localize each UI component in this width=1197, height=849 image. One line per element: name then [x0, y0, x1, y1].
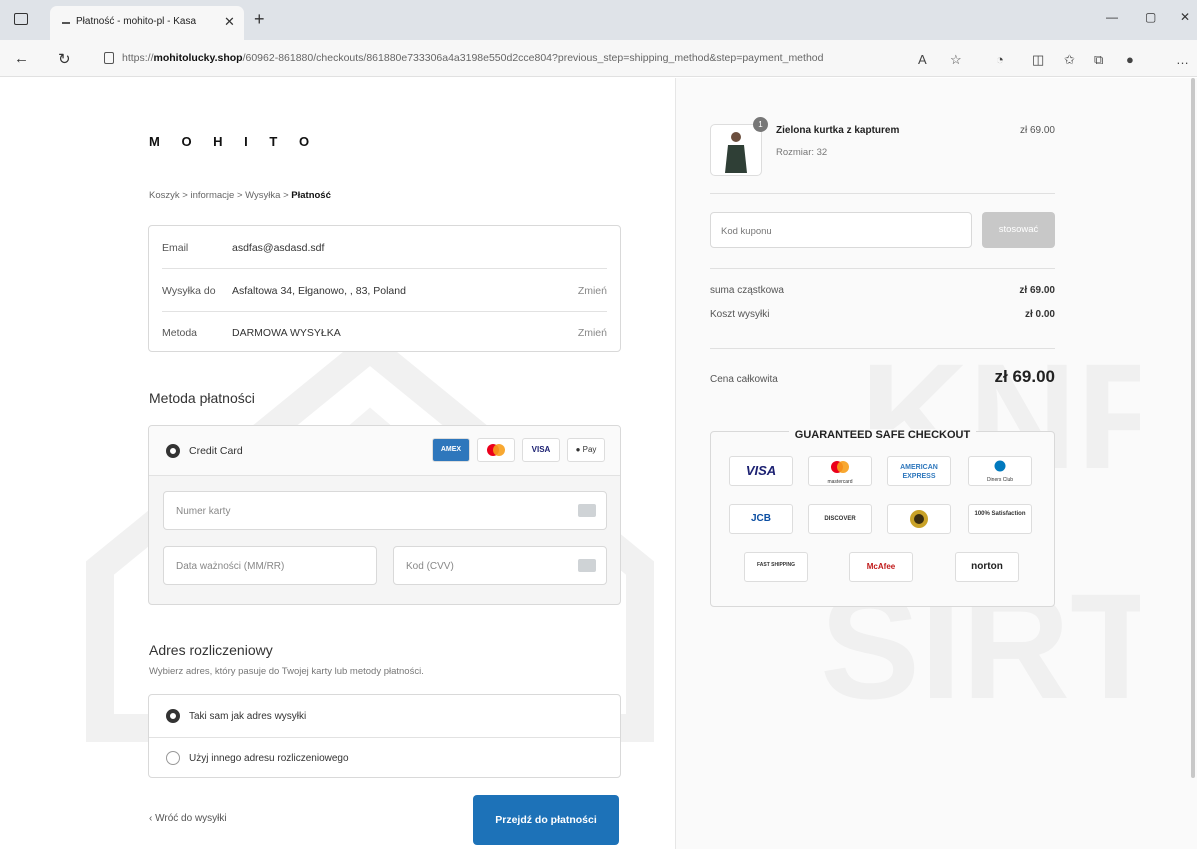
fast-shipping-badge-icon: FAST SHIPPING [744, 552, 808, 582]
product-thumbnail [710, 124, 762, 176]
store-logo[interactable]: M O H I T O [149, 134, 318, 149]
method-label: Metoda [162, 327, 198, 339]
diners-club-badge-icon: Diners Club [968, 456, 1032, 486]
back-arrow-icon[interactable]: ← [14, 50, 29, 67]
email-value: asdfas@asdasd.sdf [232, 242, 325, 254]
guarantee-seal-badge-icon [887, 504, 951, 534]
coupon-input[interactable]: Kod kuponu [710, 212, 972, 248]
total-label: Cena całkowita [710, 374, 778, 385]
return-to-shipping-link[interactable]: ‹ Wróć do wysyłki [149, 813, 227, 824]
split-screen-icon[interactable]: ◫ [1032, 52, 1044, 68]
subtotal-label: suma cząstkowa [710, 285, 784, 296]
apple-pay-logo-icon: ● Pay [567, 438, 605, 462]
breadcrumb-information[interactable]: informacje [190, 190, 234, 201]
quantity-badge: 1 [753, 117, 768, 132]
different-address-label: Użyj innego adresu rozliczeniowego [189, 753, 349, 764]
profile-icon[interactable]: ● [1126, 52, 1134, 67]
url-field[interactable]: https://mohitolucky.shop/60962-861880/ch… [96, 45, 946, 72]
amex-logo-icon: AMEX [432, 438, 470, 462]
tab-favicon-icon [62, 22, 70, 24]
expiry-input[interactable]: Data ważności (MM/RR) [163, 546, 377, 585]
card-number-input[interactable]: Numer karty [163, 491, 607, 530]
url-text: https://mohitolucky.shop/60962-861880/ch… [122, 52, 824, 64]
cvv-card-icon [578, 559, 596, 572]
apply-coupon-button[interactable]: stosować [982, 212, 1055, 248]
mastercard-logo-icon [477, 438, 515, 462]
satisfaction-badge-icon: 100% Satisfaction [968, 504, 1032, 534]
more-menu-icon[interactable]: … [1176, 52, 1189, 67]
card-icon [578, 504, 596, 517]
breadcrumb: Koszyk > informacje > Wysyłka > Płatność [149, 190, 331, 201]
divider [710, 348, 1055, 349]
mcafee-badge-icon: McAfee [849, 552, 913, 582]
checkout-page: KNF SIRT M O H I T O Koszyk > informacje… [0, 78, 1197, 849]
new-tab-icon[interactable]: + [254, 9, 265, 30]
total-value: zł 69.00 [994, 367, 1056, 386]
billing-address-heading: Adres rozliczeniowy [149, 642, 273, 658]
breadcrumb-cart[interactable]: Koszyk [149, 190, 180, 201]
amex-badge-icon: AMERICAN EXPRESS [887, 456, 951, 486]
breadcrumb-shipping[interactable]: Wysyłka [245, 190, 280, 201]
browser-tab-bar: Płatność - mohito-pl - Kasa ✕ + — ▢ ✕ [0, 0, 1197, 40]
visa-badge-icon: VISA [729, 456, 793, 486]
breadcrumb-payment: Płatność [291, 190, 331, 201]
tab-close-icon[interactable]: ✕ [224, 14, 235, 30]
favorite-star-icon[interactable]: ☆ [950, 52, 962, 68]
email-label: Email [162, 242, 189, 254]
ship-to-value: Asfaltowa 34, Ełganowo, , 83, Poland [232, 285, 406, 297]
discover-badge-icon: DISCOVER [808, 504, 872, 534]
extension-icon[interactable]: ◔ [996, 52, 1004, 67]
close-window-icon[interactable]: ✕ [1180, 10, 1190, 24]
contact-shipping-review: Email asdfas@asdasd.sdf Wysyłka do Asfal… [148, 225, 621, 352]
product-name: Zielona kurtka z kapturem [776, 125, 900, 136]
subtotal-value: zł 69.00 [1019, 285, 1055, 296]
visa-logo-icon: VISA [522, 438, 560, 462]
same-address-option[interactable]: Taki sam jak adres wysyłki [149, 695, 620, 737]
product-size: Rozmiar: 32 [776, 147, 828, 158]
maximize-icon[interactable]: ▢ [1145, 10, 1156, 24]
same-address-radio[interactable] [166, 709, 180, 723]
scrollbar[interactable] [1191, 78, 1195, 778]
minimize-icon[interactable]: — [1106, 10, 1118, 24]
browser-address-bar: ← ↻ https://mohitolucky.shop/60962-86188… [0, 40, 1197, 77]
shipping-cost-label: Koszt wysyłki [710, 309, 770, 320]
billing-address-subtitle: Wybierz adres, który pasuje do Twojej ka… [149, 666, 424, 677]
credit-card-label: Credit Card [189, 445, 243, 457]
refresh-icon[interactable]: ↻ [58, 50, 71, 68]
tab-title: Płatność - mohito-pl - Kasa [76, 16, 197, 27]
lock-icon [104, 52, 114, 64]
payment-method-heading: Metoda płatności [149, 390, 255, 406]
continue-to-payment-button[interactable]: Przejdź do płatności [473, 795, 619, 845]
favorites-icon[interactable]: ✩ [1064, 52, 1075, 68]
safe-checkout-box: GUARANTEED SAFE CHECKOUT VISA mastercard… [710, 429, 1055, 607]
credit-card-option[interactable]: Credit Card AMEX VISA ● Pay [149, 426, 620, 476]
collections-icon[interactable]: ⧉ [1094, 52, 1103, 68]
email-row: Email asdfas@asdasd.sdf [162, 226, 607, 268]
ship-to-row: Wysyłka do Asfaltowa 34, Ełganowo, , 83,… [162, 269, 607, 311]
method-row: Metoda DARMOWA WYSYŁKA Zmień [162, 311, 607, 353]
method-value: DARMOWA WYSYŁKA [232, 327, 341, 339]
browser-tab[interactable]: Płatność - mohito-pl - Kasa ✕ [50, 6, 244, 40]
payment-method-box: Credit Card AMEX VISA ● Pay Numer karty … [148, 425, 621, 605]
shipping-cost-value: zł 0.00 [1024, 309, 1055, 320]
different-address-option[interactable]: Użyj innego adresu rozliczeniowego [149, 737, 620, 779]
cvv-input[interactable]: Kod (CVV) [393, 546, 607, 585]
divider [710, 193, 1055, 194]
change-address-link[interactable]: Zmień [578, 285, 607, 297]
norton-badge-icon: norton [955, 552, 1019, 582]
ship-to-label: Wysyłka do [162, 285, 216, 297]
product-price: zł 69.00 [1019, 125, 1055, 136]
same-address-label: Taki sam jak adres wysyłki [189, 711, 307, 722]
credit-card-radio[interactable] [166, 444, 180, 458]
read-aloud-icon[interactable]: A [918, 52, 927, 67]
different-address-radio[interactable] [166, 751, 180, 765]
change-method-link[interactable]: Zmień [578, 327, 607, 339]
jcb-badge-icon: JCB [729, 504, 793, 534]
mastercard-badge-icon: mastercard [808, 456, 872, 486]
safe-checkout-title: GUARANTEED SAFE CHECKOUT [788, 429, 977, 441]
divider [710, 268, 1055, 269]
billing-address-options: Taki sam jak adres wysyłki Użyj innego a… [148, 694, 621, 778]
window-menu-icon[interactable] [14, 13, 28, 25]
